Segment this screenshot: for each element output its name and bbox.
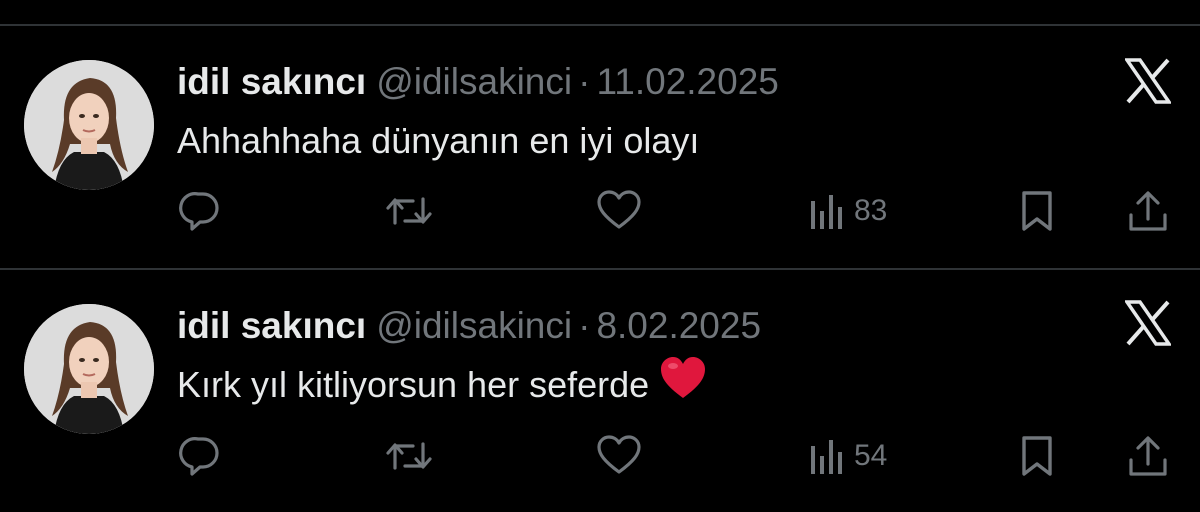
views-button[interactable]: 54 xyxy=(808,433,887,479)
repost-button[interactable] xyxy=(385,188,433,234)
username-handle[interactable]: @idilsakinci xyxy=(376,61,572,102)
views-count: 83 xyxy=(854,194,888,227)
like-button[interactable] xyxy=(596,188,642,234)
bookmark-button[interactable] xyxy=(1019,433,1055,479)
header-separator: · xyxy=(578,61,591,102)
tweet-date[interactable]: 8.02.2025 xyxy=(596,305,761,346)
red-heart-emoji xyxy=(659,355,707,414)
share-icon xyxy=(1129,191,1167,231)
reply-icon xyxy=(179,437,219,476)
repost-button[interactable] xyxy=(385,433,433,479)
heart-icon xyxy=(597,190,641,229)
tweet-text-content: Kırk yıl kitliyorsun her seferde xyxy=(177,364,650,405)
like-button[interactable] xyxy=(596,433,642,479)
avatar[interactable] xyxy=(24,60,154,190)
views-button[interactable]: 83 xyxy=(808,188,887,234)
reply-button[interactable] xyxy=(178,433,222,479)
heart-icon xyxy=(597,435,641,474)
bookmark-icon xyxy=(1022,191,1052,231)
header-separator: · xyxy=(578,305,591,346)
views-count: 54 xyxy=(854,439,888,472)
x-logo-icon xyxy=(1123,58,1173,104)
reply-icon xyxy=(179,192,219,231)
tweet-2[interactable]: idil sakıncı @idilsakinci · 8.02.2025 Kırk … xyxy=(0,270,1200,510)
views-icon xyxy=(811,195,842,229)
tweet-text: Kırk yıl kitliyorsun her seferde xyxy=(177,356,707,410)
repost-icon xyxy=(386,442,432,470)
reply-button[interactable] xyxy=(178,188,222,234)
tweet-date[interactable]: 11.02.2025 xyxy=(596,61,778,102)
x-logo-icon xyxy=(1123,300,1173,346)
display-name[interactable]: idil sakıncı xyxy=(177,61,366,102)
bookmark-icon xyxy=(1022,436,1052,476)
tweet-1[interactable]: idil sakıncı @idilsakinci · 11.02.2025 Ahha… xyxy=(0,26,1200,266)
username-handle[interactable]: @idilsakinci xyxy=(376,305,572,346)
bookmark-button[interactable] xyxy=(1019,188,1055,234)
tweet-header: idil sakıncı @idilsakinci · 11.02.2025 xyxy=(177,60,779,104)
repost-icon xyxy=(386,197,432,225)
tweet-text: Ahhahhaha dünyanın en iyi olayı xyxy=(177,116,699,166)
tweet-header: idil sakıncı @idilsakinci · 8.02.2025 xyxy=(177,304,761,348)
share-button[interactable] xyxy=(1126,433,1170,479)
display-name[interactable]: idil sakıncı xyxy=(177,305,366,346)
avatar[interactable] xyxy=(24,304,154,434)
tweet-text-content: Ahhahhaha dünyanın en iyi olayı xyxy=(177,120,700,161)
share-button[interactable] xyxy=(1126,188,1170,234)
views-icon xyxy=(811,440,842,474)
share-icon xyxy=(1129,436,1167,476)
